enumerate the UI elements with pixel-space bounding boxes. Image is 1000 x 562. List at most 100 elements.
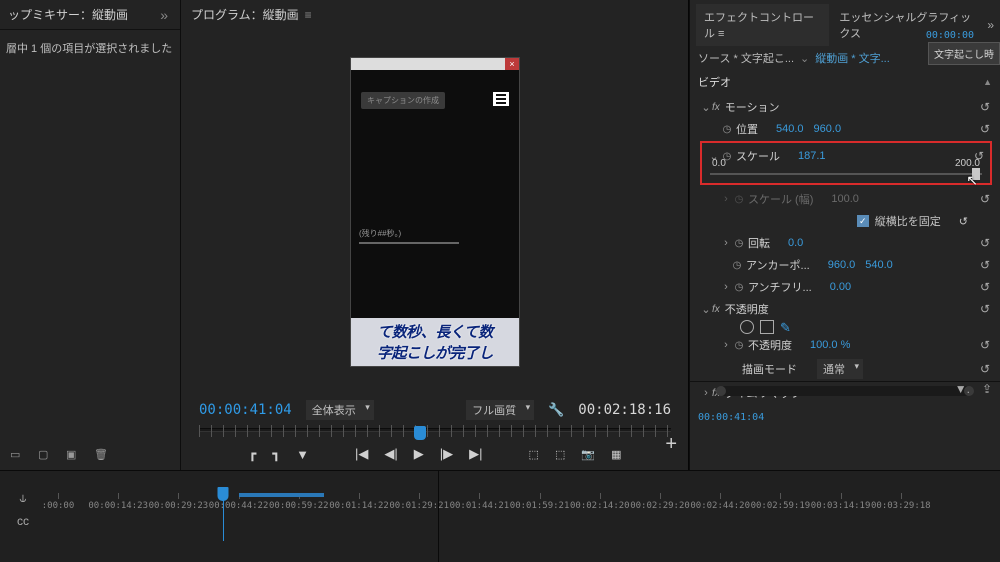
button-editor-icon[interactable]: + bbox=[665, 433, 677, 456]
rotation-value[interactable]: 0.0 bbox=[770, 237, 803, 249]
share-icon[interactable]: ⇪ bbox=[982, 382, 992, 396]
source-name: ソース * 文字起こ... bbox=[698, 50, 794, 66]
program-scrubber[interactable] bbox=[199, 428, 671, 432]
effect-timeline-scrollbar[interactable] bbox=[720, 386, 970, 396]
mark-out-icon[interactable]: ┓ bbox=[272, 446, 280, 462]
panel-menu-icon[interactable]: » bbox=[987, 18, 994, 32]
clip-remaining: (残り##秒。) bbox=[359, 228, 401, 239]
hamburger-icon bbox=[493, 92, 509, 106]
lift-icon[interactable]: ⬚ bbox=[529, 448, 539, 461]
anchor-x[interactable]: 960.0 bbox=[810, 259, 856, 271]
new-item-icon[interactable]: ▢ bbox=[38, 448, 52, 462]
antiflicker-label: アンチフリ... bbox=[746, 279, 812, 295]
stopwatch-icon[interactable]: ◷ bbox=[720, 124, 734, 135]
audio-mixer-title: ップミキサー：縦動画 bbox=[8, 6, 156, 23]
reset-icon[interactable]: ↺ bbox=[980, 362, 990, 376]
tab-effect-controls[interactable]: エフェクトコントロール ≡ bbox=[696, 4, 829, 46]
reset-icon[interactable]: ↺ bbox=[959, 215, 968, 228]
trash-icon[interactable]: 🗑 bbox=[94, 448, 108, 462]
position-y[interactable]: 960.0 bbox=[804, 123, 842, 135]
comparison-icon[interactable]: ▦ bbox=[611, 448, 621, 461]
ruler-label: 00:00:44:22 bbox=[209, 501, 269, 511]
scrubber-playhead[interactable] bbox=[414, 426, 426, 440]
fx-badge: fx bbox=[712, 102, 723, 113]
step-back-icon[interactable]: ◀| bbox=[384, 446, 397, 462]
effect-timecode: 00:00:00 bbox=[926, 30, 974, 41]
scale-value[interactable]: 187.1 bbox=[780, 150, 826, 162]
mask-rect-icon[interactable] bbox=[760, 320, 774, 334]
opacity-value[interactable]: 100.0 % bbox=[792, 339, 850, 351]
scale-slider[interactable]: 0.0 200.0 ↖ bbox=[710, 173, 982, 175]
duration-timecode: 00:02:18:16 bbox=[578, 402, 671, 418]
reset-icon[interactable]: ↺ bbox=[980, 122, 990, 136]
aspect-lock-checkbox[interactable]: ✓ bbox=[857, 215, 869, 227]
position-label: 位置 bbox=[734, 121, 758, 137]
mask-pen-icon[interactable] bbox=[780, 320, 794, 334]
close-icon: × bbox=[505, 58, 519, 70]
program-monitor-title: プログラム：縦動画 bbox=[191, 6, 299, 23]
ruler-label: 00:03:29:18 bbox=[871, 501, 931, 511]
antiflicker-value[interactable]: 0.00 bbox=[812, 281, 851, 293]
scale-highlight-box: ⌄ ◷ スケール 187.1 ↺ 0.0 200.0 ↖ bbox=[700, 141, 992, 185]
reset-icon[interactable]: ↺ bbox=[980, 302, 990, 316]
reset-icon[interactable]: ↺ bbox=[980, 280, 990, 294]
ruler-label: 00:01:14:22 bbox=[329, 501, 389, 511]
extract-icon[interactable]: ⬚ bbox=[555, 448, 565, 461]
position-x[interactable]: 540.0 bbox=[758, 123, 804, 135]
snap-icon[interactable]: ⫝ bbox=[19, 491, 26, 506]
effect-footer-timecode: 00:00:41:04 bbox=[690, 408, 1000, 423]
go-to-in-icon[interactable]: |◀ bbox=[355, 446, 368, 462]
ruler-label: 00:02:44:20 bbox=[690, 501, 750, 511]
ruler-label: 00:02:29:20 bbox=[630, 501, 690, 511]
caption-create-pill: キャプションの作成 bbox=[361, 92, 445, 109]
export-frame-icon[interactable]: 📷 bbox=[581, 448, 595, 461]
timeline-ruler[interactable]: :00:0000:00:14:2300:00:29:2300:00:44:220… bbox=[58, 493, 992, 517]
linked-selection-icon[interactable]: cc bbox=[17, 514, 29, 528]
play-icon[interactable]: ▶ bbox=[414, 446, 424, 462]
current-timecode[interactable]: 00:00:41:04 bbox=[199, 402, 292, 418]
blend-label: 描画モード bbox=[740, 361, 797, 377]
mask-ellipse-icon[interactable] bbox=[740, 320, 754, 334]
timeline-playhead[interactable] bbox=[218, 487, 229, 501]
blend-mode-select[interactable]: 通常 bbox=[817, 359, 863, 379]
go-to-out-icon[interactable]: ▶| bbox=[469, 446, 482, 462]
anchor-label: アンカーポ... bbox=[744, 257, 810, 273]
reset-icon[interactable]: ↺ bbox=[980, 236, 990, 250]
settings-wrench-icon[interactable]: 🔧 bbox=[548, 402, 564, 418]
reset-icon[interactable]: ↺ bbox=[980, 338, 990, 352]
step-fwd-icon[interactable]: |▶ bbox=[440, 446, 453, 462]
clip-tooltip: 文字起こし時 bbox=[928, 42, 1000, 65]
zoom-select[interactable]: 全体表示 bbox=[306, 400, 374, 420]
ruler-label: 00:01:59:21 bbox=[510, 501, 570, 511]
cursor-icon: ↖ bbox=[966, 172, 978, 189]
opacity-header[interactable]: 不透明度 bbox=[723, 301, 769, 317]
motion-label[interactable]: モーション bbox=[723, 99, 780, 115]
reset-icon[interactable]: ↺ bbox=[980, 258, 990, 272]
quality-select[interactable]: フル画質 bbox=[466, 400, 534, 420]
ruler-label: 00:00:29:23 bbox=[149, 501, 209, 511]
panel-chevrons-icon[interactable]: » bbox=[156, 7, 172, 23]
program-preview: × キャプションの作成 (残り##秒。) て数秒、長くて数 字起こしが完了し bbox=[350, 57, 520, 367]
reset-icon[interactable]: ↺ bbox=[980, 100, 990, 114]
anchor-y[interactable]: 540.0 bbox=[855, 259, 893, 271]
twirl-icon[interactable]: ⌄ bbox=[700, 101, 712, 114]
timeline-work-area[interactable] bbox=[239, 493, 324, 497]
scale-min: 0.0 bbox=[712, 158, 726, 169]
ruler-label: 00:01:44:21 bbox=[450, 501, 510, 511]
ruler-label: 00:00:14:23 bbox=[88, 501, 148, 511]
selection-status-text: 層中 1 個の項目が選択されました bbox=[0, 29, 180, 66]
scale-label: スケール bbox=[734, 148, 780, 164]
scale-width-value: 100.0 bbox=[813, 193, 859, 205]
mark-in-icon[interactable]: ┏ bbox=[249, 446, 257, 462]
add-marker-icon[interactable]: ▼ bbox=[296, 447, 309, 462]
scale-width-label: スケール (幅) bbox=[746, 191, 813, 207]
ruler-label: 00:02:14:20 bbox=[570, 501, 630, 511]
sequence-name[interactable]: 縦動画 * 文字... bbox=[815, 50, 890, 66]
video-section-label: ビデオ bbox=[698, 74, 731, 90]
filter-icon[interactable]: ▼. bbox=[955, 382, 970, 396]
subtitle-line-2: 字起こしが完了し bbox=[353, 342, 517, 363]
reset-icon[interactable]: ↺ bbox=[980, 192, 990, 206]
ruler-label: 00:00:59:22 bbox=[269, 501, 329, 511]
folder-icon[interactable]: ▣ bbox=[66, 448, 80, 462]
new-bin-icon[interactable]: ▭ bbox=[10, 448, 24, 462]
